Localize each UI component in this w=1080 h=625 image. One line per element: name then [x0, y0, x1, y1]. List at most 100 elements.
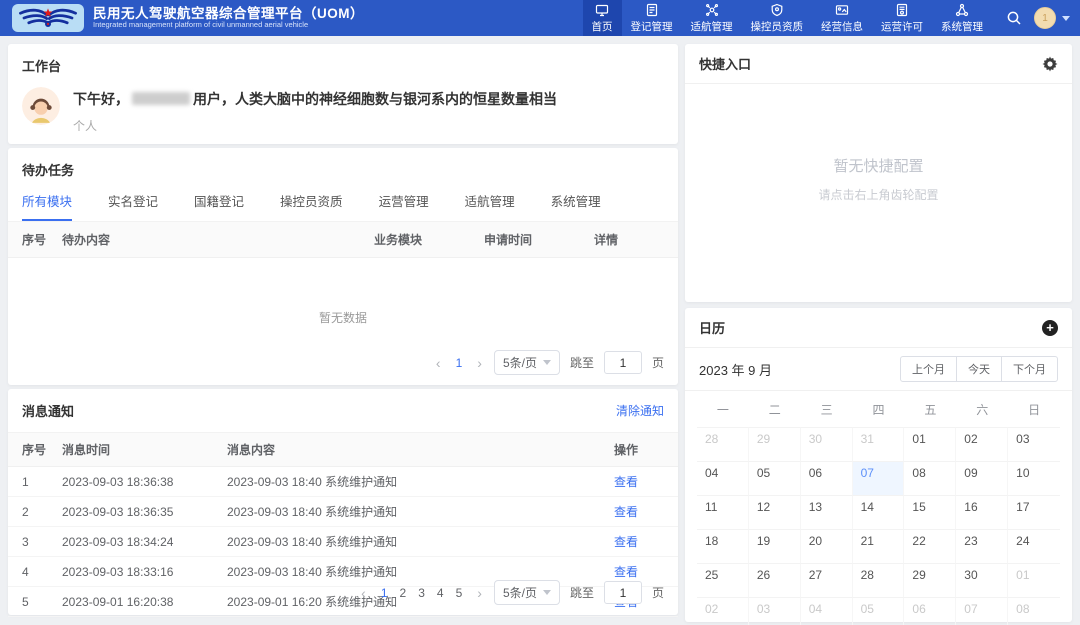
weekday-label: 三 — [801, 401, 853, 418]
nav-label: 适航管理 — [691, 19, 733, 34]
calendar-cell[interactable]: 13 — [801, 495, 853, 529]
calendar-cell[interactable]: 03 — [1008, 427, 1060, 461]
todo-tab[interactable]: 运营管理 — [379, 191, 429, 221]
main-nav: 首页 登记管理 适航管理 操控员资质 经营信息 — [583, 0, 993, 36]
message-time: 2023-09-03 18:36:35 — [62, 505, 227, 519]
calendar-cell[interactable]: 16 — [956, 495, 1008, 529]
message-time: 2023-09-01 16:20:38 — [62, 595, 227, 609]
calendar-cell[interactable]: 02 — [697, 597, 749, 625]
calendar-cell[interactable]: 03 — [749, 597, 801, 625]
calendar-cell[interactable]: 22 — [904, 529, 956, 563]
calendar-cell[interactable]: 29 — [749, 427, 801, 461]
view-link[interactable]: 查看 — [614, 473, 664, 490]
nav-item-registration[interactable]: 登记管理 — [622, 0, 682, 36]
todo-tab[interactable]: 国籍登记 — [194, 191, 244, 221]
calendar-cell[interactable]: 08 — [904, 461, 956, 495]
nav-item-business-info[interactable]: 经营信息 — [812, 0, 872, 36]
todo-tab[interactable]: 操控员资质 — [280, 191, 343, 221]
calendar-cell[interactable]: 26 — [749, 563, 801, 597]
page-number[interactable]: 3 — [415, 586, 428, 600]
calendar-cell[interactable]: 19 — [749, 529, 801, 563]
todo-tab[interactable]: 实名登记 — [108, 191, 158, 221]
todo-tab[interactable]: 系统管理 — [551, 191, 601, 221]
calendar-cell[interactable]: 15 — [904, 495, 956, 529]
calendar-cell[interactable]: 29 — [904, 563, 956, 597]
plus-icon[interactable]: + — [1042, 320, 1058, 336]
calendar-cell[interactable]: 10 — [1008, 461, 1060, 495]
calendar-cell[interactable]: 28 — [853, 563, 905, 597]
next-month-button[interactable]: 下个月 — [1001, 356, 1058, 382]
page-jump-input[interactable] — [604, 351, 642, 374]
todo-tab[interactable]: 所有模块 — [22, 191, 72, 221]
weekday-label: 四 — [853, 401, 905, 418]
calendar-cell[interactable]: 05 — [853, 597, 905, 625]
calendar-cell[interactable]: 20 — [801, 529, 853, 563]
calendar-cell[interactable]: 30 — [956, 563, 1008, 597]
calendar-cell[interactable]: 01 — [904, 427, 956, 461]
prev-page-icon[interactable]: ‹ — [359, 585, 368, 601]
page-jump-input[interactable] — [604, 581, 642, 604]
calendar-cell[interactable]: 21 — [853, 529, 905, 563]
calendar-cell[interactable]: 12 — [749, 495, 801, 529]
table-row: 22023-09-03 18:36:352023-09-03 18:40 系统维… — [8, 497, 678, 527]
search-icon[interactable] — [1006, 10, 1022, 26]
calendar-cell[interactable]: 04 — [801, 597, 853, 625]
app-title: 民用无人驾驶航空器综合管理平台（UOM） — [93, 6, 364, 22]
message-time: 2023-09-03 18:34:24 — [62, 535, 227, 549]
prev-page-icon[interactable]: ‹ — [434, 355, 443, 371]
calendar-cell[interactable]: 25 — [697, 563, 749, 597]
page-number[interactable]: 2 — [397, 586, 410, 600]
caac-wings-logo — [12, 4, 84, 32]
page-number[interactable]: 1 — [453, 356, 466, 370]
view-link[interactable]: 查看 — [614, 563, 664, 580]
calendar-cell[interactable]: 01 — [1008, 563, 1060, 597]
nav-label: 首页 — [592, 19, 613, 34]
calendar-cell[interactable]: 18 — [697, 529, 749, 563]
calendar-cell[interactable]: 05 — [749, 461, 801, 495]
nav-item-operation-permit[interactable]: 运营许可 — [872, 0, 932, 36]
calendar-cell[interactable]: 06 — [801, 461, 853, 495]
calendar-cell[interactable]: 17 — [1008, 495, 1060, 529]
page-size-select[interactable]: 5条/页 — [494, 580, 560, 605]
page-number[interactable]: 1 — [378, 586, 391, 600]
calendar-cell[interactable]: 06 — [904, 597, 956, 625]
next-page-icon[interactable]: › — [475, 355, 484, 371]
calendar-cell[interactable]: 08 — [1008, 597, 1060, 625]
prev-month-button[interactable]: 上个月 — [900, 356, 957, 382]
next-page-icon[interactable]: › — [475, 585, 484, 601]
view-link[interactable]: 查看 — [614, 533, 664, 550]
calendar-cell[interactable]: 30 — [801, 427, 853, 461]
calendar-cell[interactable]: 09 — [956, 461, 1008, 495]
calendar-cell[interactable]: 07 — [853, 461, 905, 495]
gear-icon[interactable] — [1042, 56, 1058, 72]
nav-item-home[interactable]: 首页 — [583, 0, 622, 36]
today-button[interactable]: 今天 — [956, 356, 1002, 382]
chevron-down-icon — [543, 590, 551, 595]
calendar-cell[interactable]: 11 — [697, 495, 749, 529]
nav-label: 运营许可 — [881, 19, 923, 34]
calendar-cell[interactable]: 23 — [956, 529, 1008, 563]
page-size-select[interactable]: 5条/页 — [494, 350, 560, 375]
calendar-cell[interactable]: 02 — [956, 427, 1008, 461]
calendar-cell[interactable]: 31 — [853, 427, 905, 461]
nav-item-system-management[interactable]: 系统管理 — [932, 0, 992, 36]
calendar-cell[interactable]: 27 — [801, 563, 853, 597]
nav-label: 登记管理 — [631, 19, 673, 34]
calendar-cell[interactable]: 07 — [956, 597, 1008, 625]
page-number[interactable]: 4 — [434, 586, 447, 600]
nav-item-operator-qualification[interactable]: 操控员资质 — [742, 0, 813, 36]
calendar-weekday-row: 一二三四五六日 — [685, 391, 1072, 427]
clear-notifications-link[interactable]: 清除通知 — [616, 402, 664, 419]
view-link[interactable]: 查看 — [614, 503, 664, 520]
calendar-cell[interactable]: 24 — [1008, 529, 1060, 563]
calendar-cell[interactable]: 28 — [697, 427, 749, 461]
page-number[interactable]: 5 — [453, 586, 466, 600]
calendar-cell[interactable]: 14 — [853, 495, 905, 529]
todo-tab[interactable]: 适航管理 — [465, 191, 515, 221]
message-time: 2023-09-03 18:33:16 — [62, 565, 227, 579]
user-avatar[interactable]: 1 — [1034, 7, 1056, 29]
col-header: 序号 — [22, 231, 62, 248]
calendar-cell[interactable]: 04 — [697, 461, 749, 495]
chevron-down-icon[interactable] — [1062, 16, 1070, 21]
nav-item-airworthiness[interactable]: 适航管理 — [682, 0, 742, 36]
